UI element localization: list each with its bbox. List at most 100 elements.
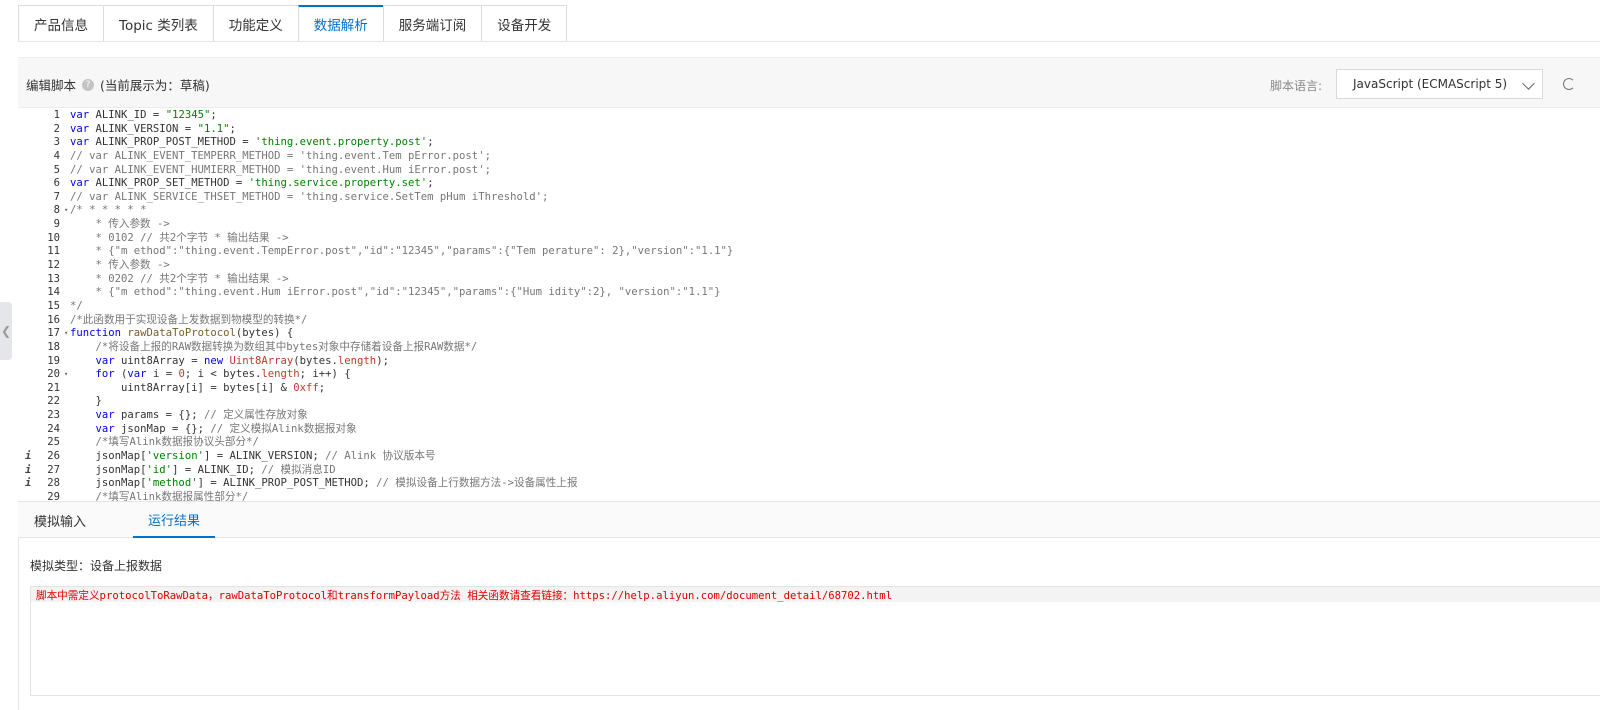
code-text: var ALINK_VERSION = "1.1";	[70, 122, 236, 135]
code-text: for (var i = 0; i < bytes.length; i++) {	[95, 368, 351, 381]
line-number: 10	[47, 231, 60, 244]
line-number: 15	[47, 299, 60, 312]
code-text: function rawDataToProtocol(bytes) {	[70, 327, 294, 340]
line-number: 17	[47, 327, 60, 340]
info-annotation-icon[interactable]: i	[25, 450, 31, 464]
code-line: 18 /*将设备上报的RAW数据转换为数组其中bytes对象中存储着设备上报RA…	[18, 341, 1600, 355]
code-line: 9 * 传入参数 ->	[18, 218, 1600, 232]
code-line: 16 /*此函数用于实现设备上发数据到物模型的转换*/	[18, 314, 1600, 328]
simulation-type: 模拟类型：设备上报数据	[30, 559, 163, 573]
code-line: i 26 jsonMap['version'] = ALINK_VERSION; …	[18, 450, 1600, 464]
line-number: 16	[47, 313, 60, 326]
code-text: var ALINK_ID = "12345";	[70, 109, 217, 121]
code-line: 4 // var ALINK_EVENT_TEMPERR_METHOD = 'th…	[18, 150, 1600, 164]
tab-simulated-input[interactable]: 模拟输入	[34, 502, 86, 538]
chevron-left-icon: ❮	[0, 324, 12, 338]
result-error-message: 脚本中需定义protocolToRawData，rawDataToProtoco…	[36, 590, 893, 602]
help-icon[interactable]: ?	[82, 78, 95, 91]
script-language-label: 脚本语言:	[1270, 79, 1323, 93]
code-line: 20 ▾ for (var i = 0; i < bytes.length; i+…	[18, 368, 1600, 382]
code-line: 6 var ALINK_PROP_SET_METHOD = 'thing.serv…	[18, 177, 1600, 191]
panel-left-border	[18, 538, 19, 710]
line-number: 14	[47, 286, 60, 299]
code-editor[interactable]: 1 var ALINK_ID = "12345"; 2 var ALINK_VERSI…	[18, 109, 1600, 501]
line-number: 1	[53, 109, 60, 121]
code-text: * {"m ethod":"thing.event.TempError.post…	[70, 245, 734, 258]
result-output: 脚本中需定义protocolToRawData，rawDataToProtoco…	[30, 586, 1600, 696]
editor-header: 编辑脚本 ? (当前展示为：草稿) 脚本语言: JavaScript (ECMA…	[18, 57, 1600, 108]
code-line: 1 var ALINK_ID = "12345";	[18, 109, 1600, 123]
line-number: 7	[53, 190, 60, 203]
line-number: 22	[47, 395, 60, 408]
line-number: 13	[47, 272, 60, 285]
code-line: 17 ▾ function rawDataToProtocol(bytes) {	[18, 327, 1600, 341]
tab-topic-list[interactable]: Topic 类列表	[103, 5, 213, 42]
code-line: 13 * 0202 // 共2个字节 * 输出结果 ->	[18, 273, 1600, 287]
tab-server-subscription[interactable]: 服务端订阅	[382, 5, 482, 42]
code-line: 14 * {"m ethod":"thing.event.Hum iError.…	[18, 286, 1600, 300]
code-text: * 0102 // 共2个字节 * 输出结果 ->	[70, 231, 289, 244]
info-annotation-icon[interactable]: i	[25, 464, 31, 478]
code-line: 19 var uint8Array = new Uint8Array(bytes…	[18, 355, 1600, 369]
collapse-sidebar-handle[interactable]: ❮	[0, 302, 12, 360]
code-line: 25 /*填写Alink数据报协议头部分*/	[18, 436, 1600, 450]
code-line: 12 * 传入参数 ->	[18, 259, 1600, 273]
code-line: 22 }	[18, 395, 1600, 409]
code-text: // var ALINK_SERVICE_THSET_METHOD = 'thi…	[70, 190, 549, 203]
line-number: 9	[53, 218, 60, 231]
code-line: 23 var params = {}; // 定义属性存放对象	[18, 409, 1600, 423]
tab-device-development[interactable]: 设备开发	[481, 5, 568, 42]
script-language-select[interactable]: JavaScript (ECMAScript 5)	[1336, 69, 1543, 99]
editor-title-label: 编辑脚本	[26, 78, 77, 93]
tab-run-result[interactable]: 运行结果	[133, 502, 216, 538]
code-text: /*将设备上报的RAW数据转换为数组其中bytes对象中存储着设备上报RAW数据…	[70, 340, 478, 353]
info-annotation-icon[interactable]: i	[25, 477, 31, 491]
code-text: jsonMap['method'] = ALINK_PROP_POST_METH…	[70, 477, 578, 490]
code-line: 10 * 0102 // 共2个字节 * 输出结果 ->	[18, 232, 1600, 246]
draft-status: (当前展示为：草稿)	[100, 78, 210, 93]
code-text: // var ALINK_EVENT_TEMPERR_METHOD = 'thi…	[70, 149, 491, 162]
line-number: 3	[53, 136, 60, 149]
tab-function-definition[interactable]: 功能定义	[212, 5, 298, 42]
product-tabs: 产品信息 Topic 类列表 功能定义 数据解析 服务端订阅 设备开发	[18, 5, 568, 42]
code-line: 8 ▾/* * * * * *	[18, 204, 1600, 218]
code-line: 24 var jsonMap = {}; // 定义模拟Alink数据报对象	[18, 423, 1600, 437]
code-text: /*填写Alink数据报属性部分*/	[70, 490, 249, 501]
script-language-value: JavaScript (ECMAScript 5)	[1353, 77, 1508, 91]
code-text: /* * * * * *	[70, 204, 147, 217]
code-text: var ALINK_PROP_SET_METHOD = 'thing.servi…	[70, 177, 434, 190]
code-text: // var ALINK_EVENT_HUMIERR_METHOD = 'thi…	[70, 163, 491, 176]
tab-data-parsing[interactable]: 数据解析	[297, 5, 383, 42]
code-text: var uint8Array = new Uint8Array(bytes.le…	[95, 354, 389, 367]
line-number: i 27	[25, 463, 60, 478]
editor-title: 编辑脚本 ? (当前展示为：草稿)	[26, 75, 210, 94]
code-text: var jsonMap = {}; // 定义模拟Alink数据报对象	[95, 422, 357, 435]
code-text: }	[70, 395, 102, 408]
refresh-icon[interactable]	[1563, 78, 1575, 90]
tab-product-info[interactable]: 产品信息	[18, 5, 103, 42]
code-line: 2 var ALINK_VERSION = "1.1";	[18, 123, 1600, 137]
line-number: 18	[47, 340, 60, 353]
code-line: 21 uint8Array[i] = bytes[i] & 0xff;	[18, 382, 1600, 396]
line-number: i 26	[25, 450, 60, 464]
code-text: /*此函数用于实现设备上发数据到物模型的转换*/	[70, 313, 308, 326]
line-number: 19	[47, 354, 60, 367]
line-number: 6	[53, 177, 60, 190]
result-tabs: 模拟输入 运行结果	[18, 501, 1600, 538]
code-text: * {"m ethod":"thing.event.Hum iError.pos…	[70, 286, 721, 299]
line-number: 24	[47, 422, 60, 435]
code-text: jsonMap['version'] = ALINK_VERSION; // A…	[70, 450, 436, 463]
code-text: */	[70, 299, 83, 312]
code-text: var ALINK_PROP_POST_METHOD = 'thing.even…	[70, 136, 434, 149]
line-number: 29	[47, 490, 60, 501]
code-line: 11 * {"m ethod":"thing.event.TempError.p…	[18, 245, 1600, 259]
code-text: * 传入参数 ->	[70, 218, 170, 231]
line-number: 12	[47, 259, 60, 272]
line-number: 4	[53, 149, 60, 162]
code-line: 29 /*填写Alink数据报属性部分*/	[18, 491, 1600, 501]
line-number: 20	[47, 368, 60, 381]
code-line: i 28 jsonMap['method'] = ALINK_PROP_POST_…	[18, 477, 1600, 491]
code-text: var params = {}; // 定义属性存放对象	[95, 409, 308, 422]
code-text: * 0202 // 共2个字节 * 输出结果 ->	[70, 272, 289, 285]
code-text: uint8Array[i] = bytes[i] & 0xff;	[70, 381, 326, 394]
